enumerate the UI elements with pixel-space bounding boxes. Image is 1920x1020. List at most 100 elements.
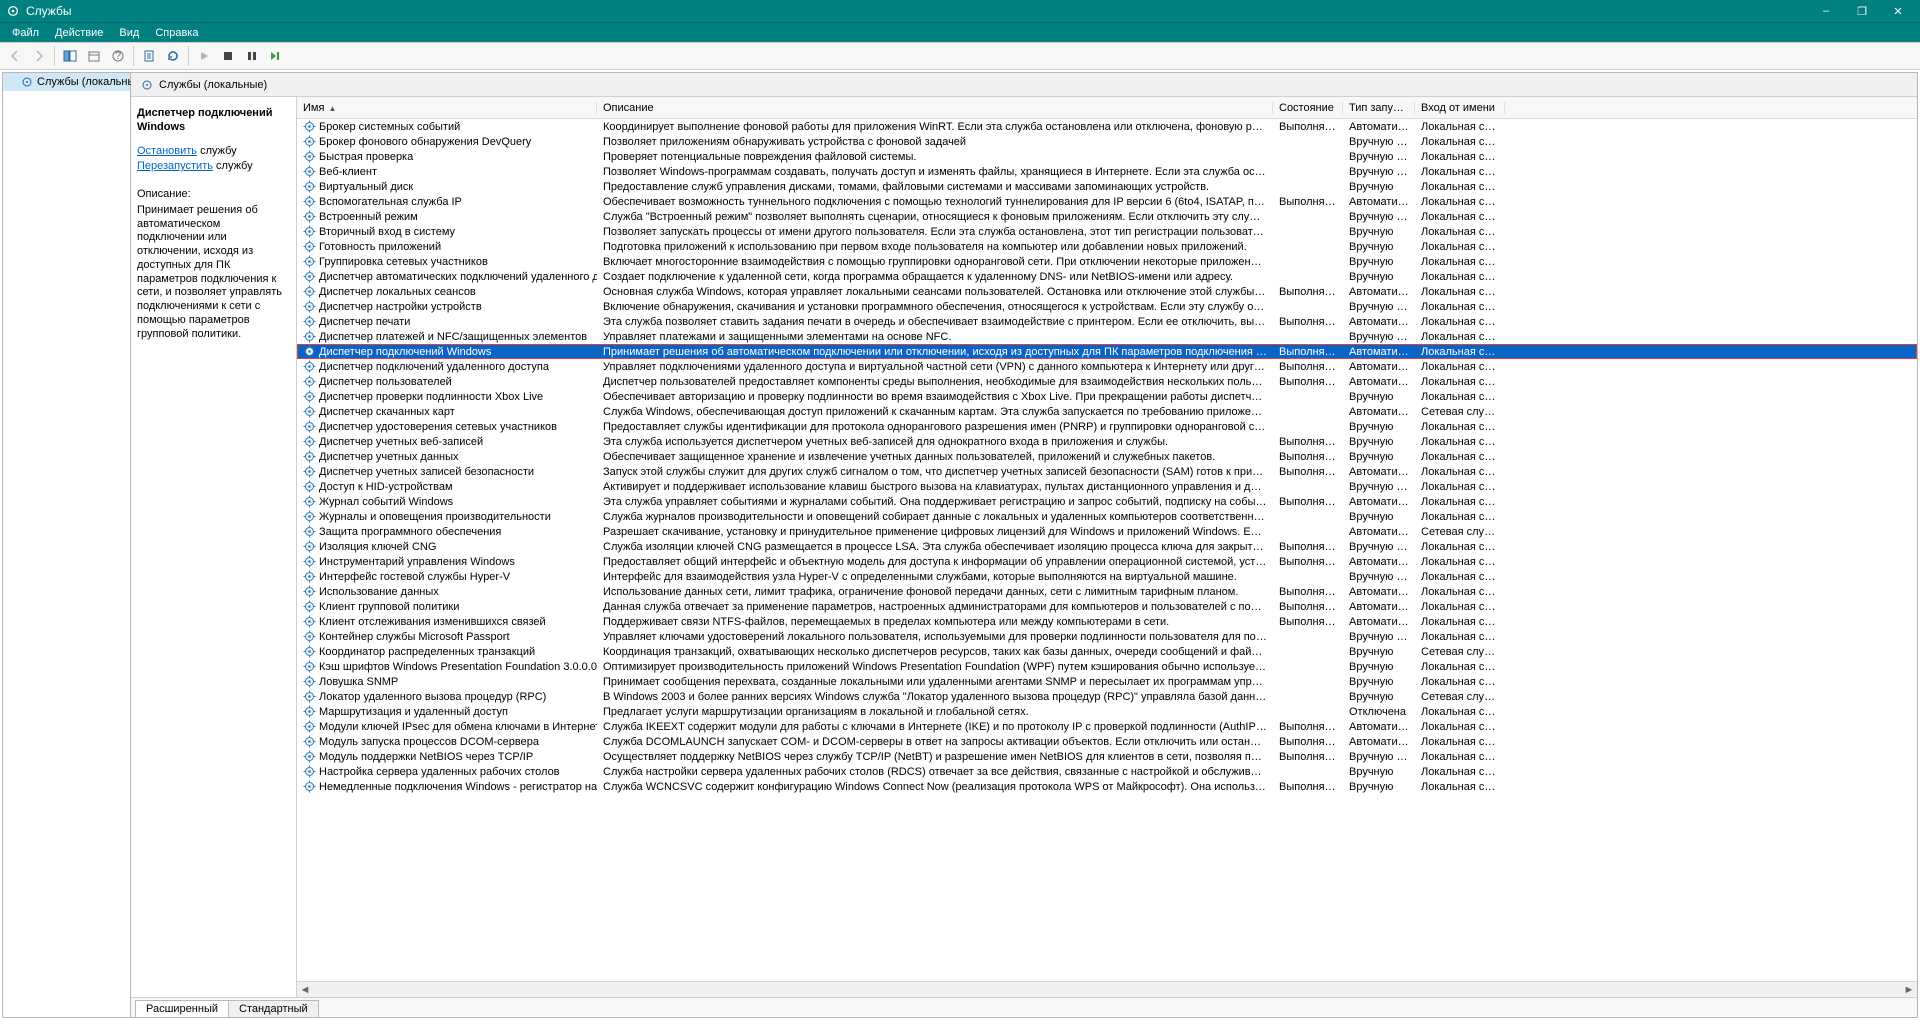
service-row[interactable]: Диспетчер платежей и NFC/защищенных элем… — [297, 329, 1917, 344]
maximize-button[interactable]: ❐ — [1844, 0, 1880, 22]
back-button[interactable] — [4, 45, 26, 67]
service-gear-icon — [303, 240, 316, 253]
service-gear-icon — [303, 690, 316, 703]
minimize-button[interactable]: – — [1808, 0, 1844, 22]
service-name: Веб-клиент — [297, 165, 597, 178]
service-row[interactable]: Инструментарий управления WindowsПредост… — [297, 554, 1917, 569]
service-row[interactable]: Журнал событий WindowsЭта служба управля… — [297, 494, 1917, 509]
service-row[interactable]: Координатор распределенных транзакцийКоо… — [297, 644, 1917, 659]
service-startup: Вручную (ак... — [1343, 541, 1415, 553]
service-row[interactable]: Изоляция ключей CNGСлужба изоляции ключе… — [297, 539, 1917, 554]
service-row[interactable]: Диспетчер локальных сеансовОсновная служ… — [297, 284, 1917, 299]
service-row[interactable]: Интерфейс гостевой службы Hyper-VИнтерфе… — [297, 569, 1917, 584]
service-gear-icon — [303, 720, 316, 733]
menu-help[interactable]: Справка — [147, 25, 206, 41]
restart-button[interactable] — [265, 45, 287, 67]
service-startup: Вручную — [1343, 256, 1415, 268]
close-button[interactable]: ✕ — [1880, 0, 1916, 22]
menu-file[interactable]: Файл — [4, 25, 47, 41]
stop-service-link[interactable]: Остановить — [137, 145, 197, 157]
restart-service-link[interactable]: Перезапустить — [137, 160, 213, 172]
scroll-left-icon[interactable]: ◄ — [297, 982, 313, 998]
service-description: Координирует выполнение фоновой работы д… — [597, 121, 1273, 133]
service-gear-icon — [303, 600, 316, 613]
service-row[interactable]: Диспетчер подключений WindowsПринимает р… — [297, 344, 1917, 359]
service-row[interactable]: Диспетчер проверки подлинности Xbox Live… — [297, 389, 1917, 404]
service-row[interactable]: Брокер системных событийКоординирует вып… — [297, 119, 1917, 134]
service-row[interactable]: Веб-клиентПозволяет Windows-программам с… — [297, 164, 1917, 179]
service-row[interactable]: Клиент групповой политикиДанная служба о… — [297, 599, 1917, 614]
pause-button[interactable] — [241, 45, 263, 67]
service-row[interactable]: Модуль поддержки NetBIOS через TCP/IPОсу… — [297, 749, 1917, 764]
horizontal-scrollbar[interactable]: ◄ ► — [297, 981, 1917, 997]
service-row[interactable]: Вторичный вход в системуПозволяет запуск… — [297, 224, 1917, 239]
service-row[interactable]: Диспетчер печатиЭта служба позволяет ста… — [297, 314, 1917, 329]
column-startup[interactable]: Тип запуска — [1343, 102, 1415, 114]
service-row[interactable]: Вспомогательная служба IPОбеспечивает во… — [297, 194, 1917, 209]
service-row[interactable]: Встроенный режимСлужба "Встроенный режим… — [297, 209, 1917, 224]
service-row[interactable]: Диспетчер учетных записей безопасностиЗа… — [297, 464, 1917, 479]
service-row[interactable]: Защита программного обеспеченияРазрешает… — [297, 524, 1917, 539]
service-gear-icon — [303, 405, 316, 418]
service-row[interactable]: Клиент отслеживания изменившихся связейП… — [297, 614, 1917, 629]
help-button[interactable]: ? — [107, 45, 129, 67]
service-name: Кэш шрифтов Windows Presentation Foundat… — [297, 660, 597, 673]
service-description: Предлагает услуги маршрутизации организа… — [597, 706, 1273, 718]
service-name: Контейнер службы Microsoft Passport — [297, 630, 597, 643]
service-row[interactable]: Диспетчер подключений удаленного доступа… — [297, 359, 1917, 374]
service-row[interactable]: Диспетчер настройки устройствВключение о… — [297, 299, 1917, 314]
service-row[interactable]: Кэш шрифтов Windows Presentation Foundat… — [297, 659, 1917, 674]
column-headers: Имя▲ Описание Состояние Тип запуска Вход… — [297, 97, 1917, 119]
service-description: Принимает решения об автоматическом подк… — [597, 346, 1273, 358]
service-row[interactable]: Маршрутизация и удаленный доступПредлага… — [297, 704, 1917, 719]
column-description[interactable]: Описание — [597, 102, 1273, 114]
service-description: Данная служба отвечает за применение пар… — [597, 601, 1273, 613]
row-container[interactable]: Брокер системных событийКоординирует вып… — [297, 119, 1917, 981]
column-name[interactable]: Имя▲ — [297, 102, 597, 114]
service-description: Включение обнаружения, скачивания и уста… — [597, 301, 1273, 313]
service-row[interactable]: Диспетчер пользователейДиспетчер пользов… — [297, 374, 1917, 389]
stop-button[interactable] — [217, 45, 239, 67]
service-row[interactable]: Диспетчер автоматических подключений уда… — [297, 269, 1917, 284]
refresh-button[interactable] — [162, 45, 184, 67]
tree-root-services[interactable]: Службы (локальные) — [3, 73, 130, 91]
show-hide-tree-button[interactable] — [59, 45, 81, 67]
start-button[interactable] — [193, 45, 215, 67]
service-row[interactable]: Диспетчер учетных данныхОбеспечивает защ… — [297, 449, 1917, 464]
service-row[interactable]: Группировка сетевых участниковВключает м… — [297, 254, 1917, 269]
export-button[interactable] — [83, 45, 105, 67]
service-row[interactable]: Настройка сервера удаленных рабочих стол… — [297, 764, 1917, 779]
service-row[interactable]: Доступ к HID-устройствамАктивирует и под… — [297, 479, 1917, 494]
menu-action[interactable]: Действие — [47, 25, 111, 41]
service-name: Диспетчер подключений удаленного доступа — [297, 360, 597, 373]
service-description: Координация транзакций, охватывающих нес… — [597, 646, 1273, 658]
service-startup: Вручную (ак... — [1343, 571, 1415, 583]
service-startup: Автоматиче... — [1343, 406, 1415, 418]
menu-view[interactable]: Вид — [111, 25, 147, 41]
service-row[interactable]: Быстрая проверкаПроверяет потенциальные … — [297, 149, 1917, 164]
tab-standard[interactable]: Стандартный — [228, 1000, 319, 1017]
service-row[interactable]: Локатор удаленного вызова процедур (RPC)… — [297, 689, 1917, 704]
service-row[interactable]: Использование данныхИспользование данных… — [297, 584, 1917, 599]
service-row[interactable]: Контейнер службы Microsoft PassportУправ… — [297, 629, 1917, 644]
service-row[interactable]: Журналы и оповещения производительностиС… — [297, 509, 1917, 524]
tab-extended[interactable]: Расширенный — [135, 1000, 229, 1017]
service-row[interactable]: Диспетчер скачанных картСлужба Windows, … — [297, 404, 1917, 419]
service-row[interactable]: Немедленные подключения Windows - регист… — [297, 779, 1917, 794]
service-row[interactable]: Модуль запуска процессов DCOM-сервераСлу… — [297, 734, 1917, 749]
properties-button[interactable] — [138, 45, 160, 67]
service-description: Эта служба позволяет ставить задания печ… — [597, 316, 1273, 328]
service-logon: Локальная слу... — [1415, 586, 1505, 598]
column-logon[interactable]: Вход от имени — [1415, 102, 1505, 114]
service-row[interactable]: Виртуальный дискПредоставление служб упр… — [297, 179, 1917, 194]
service-row[interactable]: Диспетчер учетных веб-записейЭта служба … — [297, 434, 1917, 449]
service-row[interactable]: Ловушка SNMPПринимает сообщения перехват… — [297, 674, 1917, 689]
scroll-right-icon[interactable]: ► — [1901, 982, 1917, 998]
service-row[interactable]: Модули ключей IPsec для обмена ключами в… — [297, 719, 1917, 734]
service-row[interactable]: Брокер фонового обнаружения DevQueryПозв… — [297, 134, 1917, 149]
service-row[interactable]: Диспетчер удостоверения сетевых участник… — [297, 419, 1917, 434]
forward-button[interactable] — [28, 45, 50, 67]
service-row[interactable]: Готовность приложенийПодготовка приложен… — [297, 239, 1917, 254]
column-state[interactable]: Состояние — [1273, 102, 1343, 114]
service-startup: Автоматиче... — [1343, 586, 1415, 598]
